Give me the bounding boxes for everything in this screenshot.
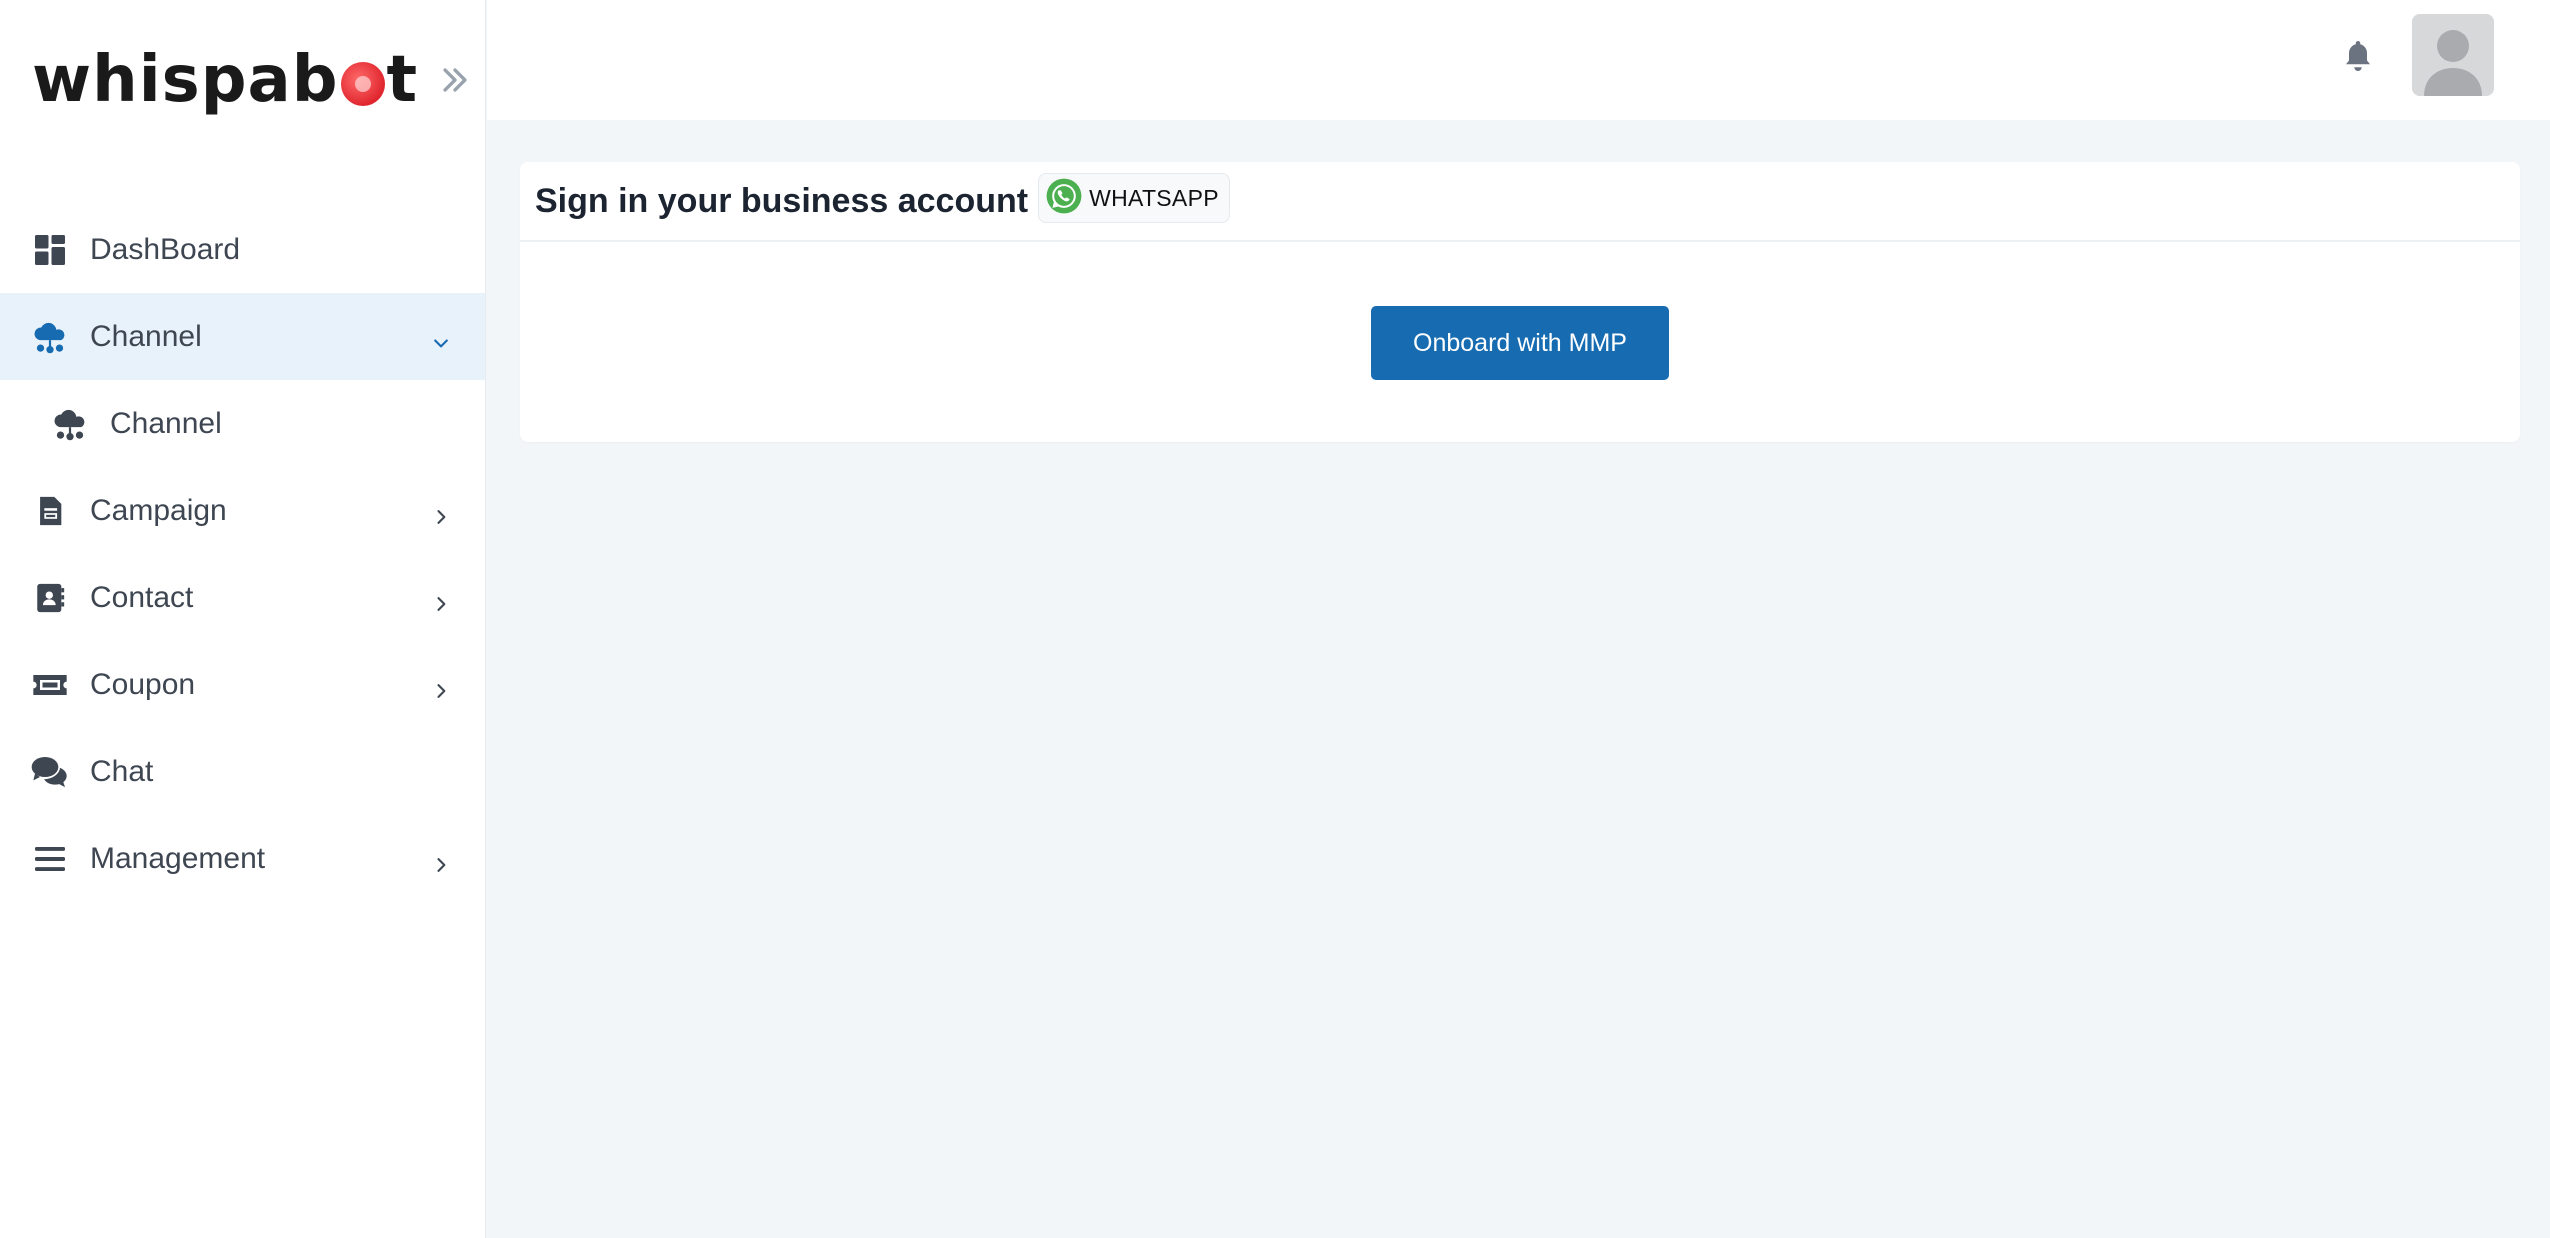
sidebar-nav: DashBoard Channel Channel Campaign Conta… bbox=[0, 206, 485, 902]
whatsapp-icon bbox=[1045, 177, 1083, 220]
onboarding-card: Sign in your business account WHATSAPP O… bbox=[520, 162, 2520, 442]
sidebar-item-label: Contact bbox=[90, 580, 194, 614]
chevron-right-icon bbox=[431, 675, 451, 698]
sidebar-item-label: Management bbox=[90, 841, 266, 875]
sidebar-item-chat[interactable]: Chat bbox=[0, 728, 485, 815]
cloud-network-icon bbox=[30, 317, 70, 357]
sidebar-item-campaign[interactable]: Campaign bbox=[0, 467, 485, 554]
logo-row: whispab t bbox=[0, 0, 485, 160]
whatsapp-badge: WHATSAPP bbox=[1038, 173, 1230, 223]
chevron-down-icon bbox=[431, 327, 451, 347]
whatsapp-label: WHATSAPP bbox=[1089, 184, 1219, 211]
sidebar-item-channel[interactable]: Channel bbox=[0, 293, 485, 380]
menu-bars-icon bbox=[30, 839, 70, 879]
page-title: Sign in your business account bbox=[535, 181, 1029, 220]
sidebar-subitem-channel[interactable]: Channel bbox=[0, 380, 485, 467]
card-body: Onboard with MMP bbox=[520, 242, 2520, 380]
top-bar bbox=[487, 0, 2550, 120]
sidebar-item-label: Channel bbox=[110, 406, 222, 440]
logo-bot-icon bbox=[340, 62, 385, 106]
chat-bubbles-icon bbox=[30, 752, 70, 792]
sidebar-item-label: Chat bbox=[90, 754, 154, 788]
sidebar-item-label: DashBoard bbox=[90, 232, 241, 266]
sidebar-item-label: Channel bbox=[90, 319, 202, 353]
bell-icon[interactable] bbox=[2340, 38, 2376, 74]
sidebar-item-coupon[interactable]: Coupon bbox=[0, 641, 485, 728]
sidebar-collapse-icon[interactable] bbox=[438, 63, 472, 104]
card-header: Sign in your business account WHATSAPP bbox=[520, 162, 2520, 242]
sidebar-item-label: Campaign bbox=[90, 493, 227, 527]
sidebar-item-management[interactable]: Management bbox=[0, 815, 485, 902]
app-logo[interactable]: whispab t bbox=[32, 43, 418, 117]
sidebar-item-contact[interactable]: Contact bbox=[0, 554, 485, 641]
logo-text-start: whispab bbox=[32, 43, 339, 117]
contact-book-icon bbox=[30, 578, 70, 618]
cloud-network-icon bbox=[50, 404, 90, 444]
sidebar: whispab t DashBoard Channel Channel Camp… bbox=[0, 0, 486, 1238]
sidebar-item-label: Coupon bbox=[90, 667, 196, 701]
onboard-button[interactable]: Onboard with MMP bbox=[1371, 306, 1669, 380]
logo-text-end: t bbox=[386, 43, 419, 117]
dashboard-grid-icon bbox=[30, 230, 70, 270]
user-avatar-icon[interactable] bbox=[2412, 14, 2494, 96]
chevron-right-icon bbox=[431, 588, 451, 611]
chevron-right-icon bbox=[431, 501, 451, 524]
ticket-icon bbox=[30, 665, 70, 705]
chevron-right-icon bbox=[431, 849, 451, 872]
document-icon bbox=[30, 491, 70, 531]
sidebar-item-dashboard[interactable]: DashBoard bbox=[0, 206, 485, 293]
